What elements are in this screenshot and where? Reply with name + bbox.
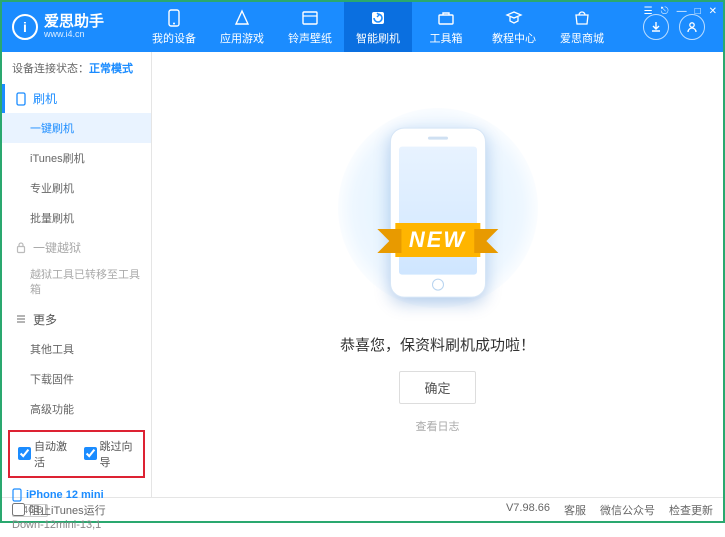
conn-mode: 正常模式 xyxy=(89,63,133,75)
sidebar: 设备连接状态：正常模式 刷机 一键刷机 iTunes刷机 专业刷机 批量刷机 一… xyxy=(2,52,152,497)
checkbox-label: 跳过向导 xyxy=(100,438,136,470)
check-update-link[interactable]: 检查更新 xyxy=(669,502,713,518)
nav-label: 我的设备 xyxy=(152,30,196,46)
sidebar-item-download-firmware[interactable]: 下载固件 xyxy=(2,364,151,394)
nav-toolbox[interactable]: 工具箱 xyxy=(412,2,480,52)
nav-label: 应用游戏 xyxy=(220,30,264,46)
sidebar-item-pro-flash[interactable]: 专业刷机 xyxy=(2,173,151,203)
sidebar-header-jailbreak[interactable]: 一键越狱 xyxy=(2,233,151,262)
version-label: V7.98.66 xyxy=(506,502,550,518)
device-sub: Down-12mini-13,1 xyxy=(12,519,141,531)
device-name: iPhone 12 mini xyxy=(12,488,141,502)
menu-icon[interactable]: ☰ xyxy=(644,6,653,17)
nav-label: 爱思商城 xyxy=(560,30,604,46)
account-button[interactable] xyxy=(679,14,705,40)
minimize-icon[interactable]: — xyxy=(677,6,687,17)
checkbox-row: 自动激活 跳过向导 xyxy=(8,430,145,478)
ok-button[interactable]: 确定 xyxy=(399,371,475,404)
app-title: 爱思助手 xyxy=(44,14,104,31)
nav-my-device[interactable]: 我的设备 xyxy=(140,2,208,52)
app-logo: i 爱思助手 www.i4.cn xyxy=(12,14,140,40)
sidebar-item-advanced[interactable]: 高级功能 xyxy=(2,394,151,424)
nav-store[interactable]: 爱思商城 xyxy=(548,2,616,52)
lock-icon xyxy=(15,241,27,254)
wallpaper-icon xyxy=(301,9,319,27)
checkbox-auto-activate[interactable]: 自动激活 xyxy=(18,438,70,470)
pin-icon[interactable]: ⎋ xyxy=(661,6,669,17)
checkbox-input[interactable] xyxy=(18,447,31,460)
success-message: 恭喜您，保资料刷机成功啦！ xyxy=(340,334,535,355)
sidebar-item-oneclick-flash[interactable]: 一键刷机 xyxy=(2,113,151,143)
checkbox-label: 自动激活 xyxy=(34,438,70,470)
top-nav: 我的设备 应用游戏 铃声壁纸 智能刷机 工具箱 教程中心 xyxy=(140,2,643,52)
tutorial-icon xyxy=(505,9,523,27)
sidebar-item-itunes-flash[interactable]: iTunes刷机 xyxy=(2,143,151,173)
list-icon xyxy=(15,313,27,325)
new-ribbon: NEW xyxy=(395,223,480,257)
checkbox-input[interactable] xyxy=(84,447,97,460)
flash-icon xyxy=(369,9,387,27)
titlebar: i 爱思助手 www.i4.cn 我的设备 应用游戏 铃声壁纸 智能刷机 xyxy=(2,2,723,52)
nav-smart-flash[interactable]: 智能刷机 xyxy=(344,2,412,52)
sidebar-header-label: 更多 xyxy=(33,311,57,328)
wechat-link[interactable]: 微信公众号 xyxy=(600,502,655,518)
sidebar-item-other-tools[interactable]: 其他工具 xyxy=(2,334,151,364)
main-content: NEW 恭喜您，保资料刷机成功啦！ 确定 查看日志 xyxy=(152,52,723,497)
title-right xyxy=(643,14,705,40)
jailbreak-note: 越狱工具已转移至工具箱 xyxy=(2,262,151,305)
checkbox-label: 阻止iTunes运行 xyxy=(29,502,106,518)
download-button[interactable] xyxy=(643,14,669,40)
close-icon[interactable]: ✕ xyxy=(709,6,717,17)
window-controls: ☰ ⎋ — □ ✕ xyxy=(644,6,717,17)
phone-icon xyxy=(165,9,183,27)
phone-small-icon xyxy=(15,92,27,106)
body: 设备连接状态：正常模式 刷机 一键刷机 iTunes刷机 专业刷机 批量刷机 一… xyxy=(2,52,723,497)
block-itunes-checkbox[interactable]: 阻止iTunes运行 xyxy=(12,502,106,518)
checkbox-skip-guide[interactable]: 跳过向导 xyxy=(84,438,136,470)
maximize-icon[interactable]: □ xyxy=(695,6,701,17)
logo-icon: i xyxy=(12,14,38,40)
app-window: ☰ ⎋ — □ ✕ i 爱思助手 www.i4.cn 我的设备 应用游戏 铃声壁 xyxy=(0,0,725,523)
sidebar-header-more[interactable]: 更多 xyxy=(2,305,151,334)
sidebar-item-batch-flash[interactable]: 批量刷机 xyxy=(2,203,151,233)
nav-tutorials[interactable]: 教程中心 xyxy=(480,2,548,52)
nav-label: 铃声壁纸 xyxy=(288,30,332,46)
device-icon xyxy=(12,488,22,502)
sidebar-header-label: 一键越狱 xyxy=(33,239,81,256)
app-subtitle: www.i4.cn xyxy=(44,30,104,40)
nav-ringtones[interactable]: 铃声壁纸 xyxy=(276,2,344,52)
conn-label: 设备连接状态： xyxy=(12,63,89,75)
nav-label: 工具箱 xyxy=(430,30,463,46)
connection-status: 设备连接状态：正常模式 xyxy=(2,52,151,84)
view-log-link[interactable]: 查看日志 xyxy=(416,418,460,434)
success-illustration: NEW xyxy=(368,116,508,316)
store-icon xyxy=(573,9,591,27)
apps-icon xyxy=(233,9,251,27)
nav-apps-games[interactable]: 应用游戏 xyxy=(208,2,276,52)
sidebar-header-flash[interactable]: 刷机 xyxy=(2,84,151,113)
toolbox-icon xyxy=(437,9,455,27)
sidebar-header-label: 刷机 xyxy=(33,90,57,107)
checkbox-input[interactable] xyxy=(12,503,25,516)
support-link[interactable]: 客服 xyxy=(564,502,586,518)
ribbon-text: NEW xyxy=(395,223,480,257)
nav-label: 教程中心 xyxy=(492,30,536,46)
nav-label: 智能刷机 xyxy=(356,30,400,46)
